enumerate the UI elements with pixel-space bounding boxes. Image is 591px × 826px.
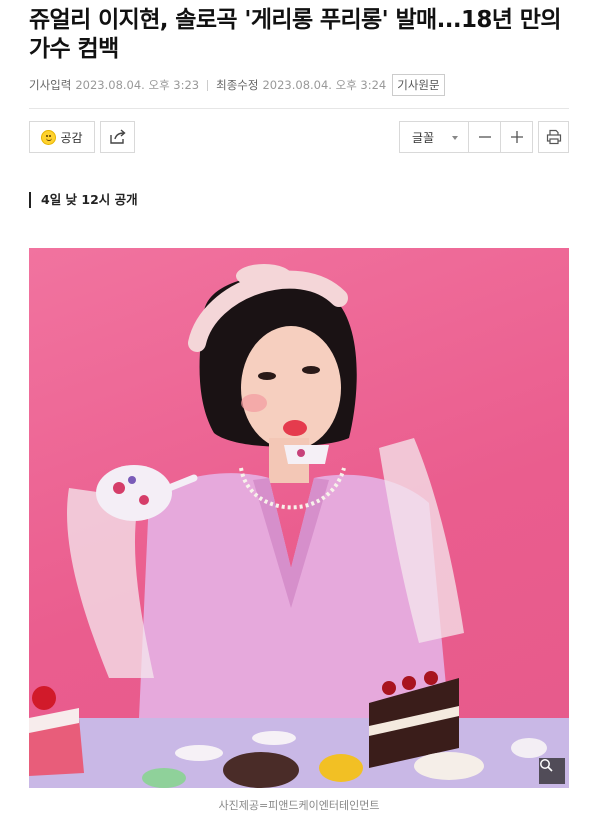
original-article-button[interactable]: 기사원문 xyxy=(392,74,445,96)
smile-icon xyxy=(41,129,57,145)
decrease-font-button[interactable] xyxy=(468,121,501,153)
print-button[interactable] xyxy=(538,121,569,153)
article-subheading: 4일 낮 12시 공개 xyxy=(29,192,138,208)
magnify-icon xyxy=(540,759,553,772)
photo-caption: 사진제공=피앤드케이엔터테인먼트 xyxy=(218,799,380,812)
share-icon xyxy=(109,129,126,144)
modified-label: 최종수정 xyxy=(216,78,259,92)
meta-divider xyxy=(207,79,209,91)
chevron-down-icon xyxy=(452,136,458,140)
published-time: 2023.08.04. 오후 3:23 xyxy=(75,78,200,92)
font-select-label: 글꼴 xyxy=(412,130,435,145)
zoom-button[interactable] xyxy=(539,758,565,784)
share-button[interactable] xyxy=(100,121,135,153)
article-photo[interactable] xyxy=(29,248,569,788)
article-toolbar: 공감 글꼴 xyxy=(29,121,569,153)
article-meta: 기사입력 2023.08.04. 오후 3:23 최종수정 2023.08.04… xyxy=(29,72,569,98)
plus-icon xyxy=(510,131,523,143)
article-headline: 쥬얼리 이지현, 솔로곡 '게리롱 푸리롱' 발매...18년 만의 가수 컴백 xyxy=(29,7,561,62)
font-select[interactable]: 글꼴 xyxy=(399,121,469,153)
minus-icon xyxy=(478,136,491,138)
header-divider xyxy=(29,108,569,109)
published-label: 기사입력 xyxy=(29,78,72,92)
photo-illustration xyxy=(29,264,569,788)
modified-time: 2023.08.04. 오후 3:24 xyxy=(262,78,387,92)
like-button[interactable]: 공감 xyxy=(29,121,95,153)
like-label: 공감 xyxy=(60,130,83,145)
print-icon xyxy=(546,129,561,145)
increase-font-button[interactable] xyxy=(500,121,533,153)
